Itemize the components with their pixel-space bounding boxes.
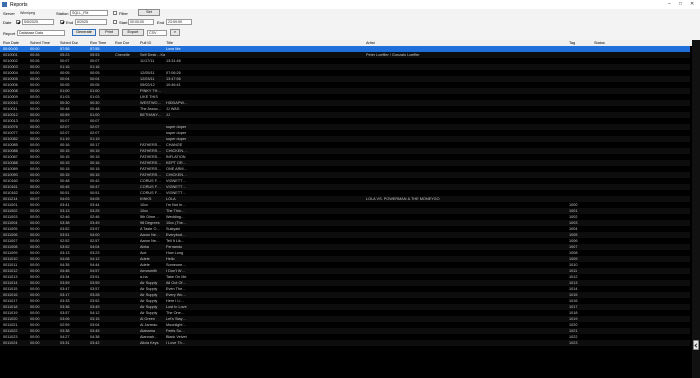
report-select[interactable]: Database Data: [17, 30, 65, 36]
start-date-input[interactable]: 5/5/2025: [22, 19, 54, 25]
col-status[interactable]: Status: [594, 41, 614, 45]
col-title[interactable]: Title: [166, 41, 366, 45]
station-label: Station: [56, 11, 69, 16]
search-icon: ⌕: [173, 30, 177, 34]
report-grid: Run Date Sched Time Sched Dur Run Time R…: [0, 40, 700, 378]
start-time-input[interactable]: 00:00:00: [128, 19, 154, 25]
report-label: Report: [3, 31, 16, 36]
window-title: Reports: [10, 2, 28, 8]
col-pull-id[interactable]: Pull ID: [140, 41, 165, 45]
table-cell: 1023: [569, 341, 578, 345]
filter-label: Filter: [119, 11, 128, 16]
col-sched-time[interactable]: Sched Time: [30, 41, 57, 45]
format-select[interactable]: CSV: [147, 30, 167, 36]
table-cell: 00:00: [30, 341, 40, 345]
generate-button[interactable]: Generate: [72, 29, 96, 36]
minimize-icon[interactable]: –: [668, 1, 671, 7]
end-time-input[interactable]: 23:59:59: [166, 19, 192, 25]
col-run-dur[interactable]: Run Dur: [115, 41, 137, 45]
maximize-icon[interactable]: □: [679, 1, 682, 7]
table-cell: I Love Th…: [166, 341, 186, 345]
server-label: Server: [3, 11, 15, 16]
search-button[interactable]: ⌕: [170, 29, 180, 36]
end-date-input[interactable]: 6/2025: [75, 19, 107, 25]
close-icon[interactable]: ✕: [690, 1, 694, 7]
table-row[interactable]: 0011024 00:00 03:31 03:42 Alicia Keys I Love …: [0, 340, 690, 346]
table-cell: 03:31: [60, 341, 70, 345]
export-button[interactable]: Export: [122, 29, 144, 36]
table-cell: 03:42: [90, 341, 100, 345]
col-tag[interactable]: Tag: [569, 41, 593, 45]
start-date-label: Date: [3, 20, 12, 25]
print-button[interactable]: Print: [99, 29, 119, 36]
start-date-checkbox[interactable]: [16, 20, 20, 24]
set-button[interactable]: Set: [138, 9, 160, 16]
end-time-label: End: [157, 20, 165, 25]
col-run-date[interactable]: Run Date: [3, 41, 27, 45]
controls-panel: Server Winnipeg Station SQLL_FM Filter S…: [0, 9, 700, 40]
col-run-time[interactable]: Run Time: [90, 41, 112, 45]
table-cell: 0011024: [3, 341, 18, 345]
server-value: Winnipeg: [20, 11, 35, 15]
station-select[interactable]: SQLL_FM: [70, 10, 108, 16]
start-time-label: Start: [119, 20, 128, 25]
start-time-checkbox[interactable]: [113, 20, 117, 24]
end-date-label: End: [66, 20, 74, 25]
app-icon: [2, 2, 7, 7]
col-artist[interactable]: Artist: [366, 41, 566, 45]
table-cell: Alicia Keys: [140, 341, 159, 345]
vertical-scrollbar[interactable]: [692, 40, 700, 378]
grid-rows: 00:00:00 00:00 57:55 57:55 Love Me 0010001 00:…: [0, 46, 690, 346]
window-titlebar: Reports – □ ✕: [0, 0, 700, 9]
end-date-checkbox[interactable]: [60, 20, 64, 24]
col-sched-dur[interactable]: Sched Dur: [60, 41, 87, 45]
filter-checkbox[interactable]: [113, 11, 117, 15]
scroll-down-button[interactable]: [693, 340, 699, 350]
